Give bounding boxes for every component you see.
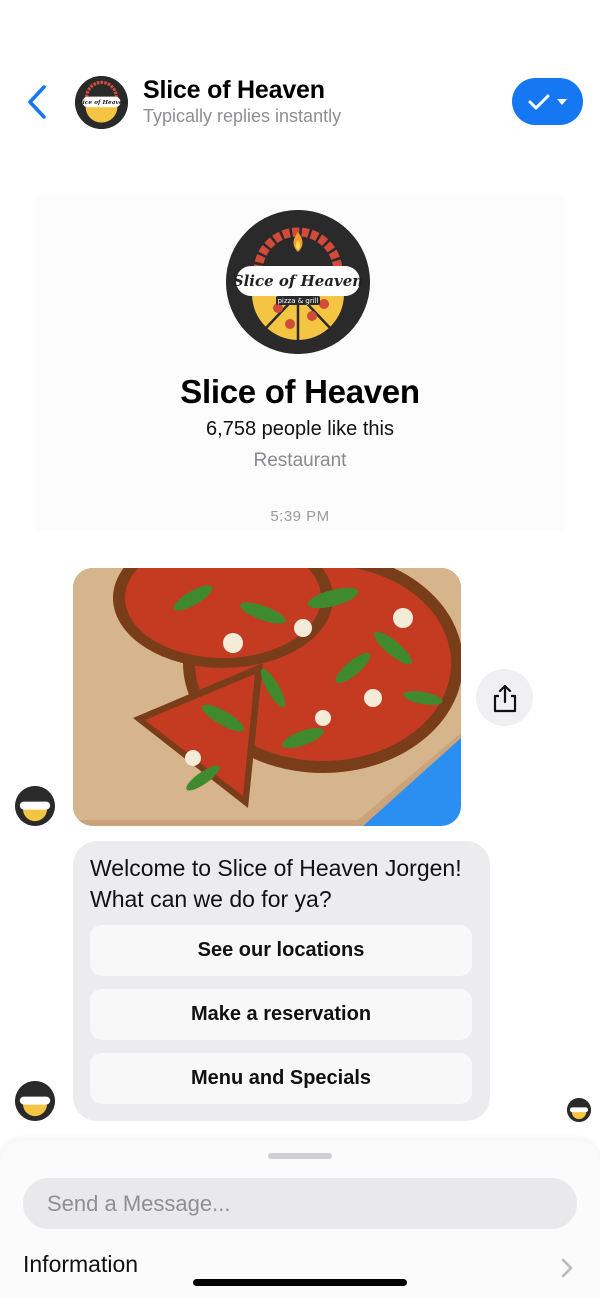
done-menu-button[interactable] [512,78,583,125]
profile-likes: 6,758 people like this [206,418,394,440]
composer-sheet: Information [0,1141,600,1299]
share-button[interactable] [476,669,533,726]
page-avatar[interactable]: Slice of Heaven [75,76,128,129]
chat-subtitle: Typically replies instantly [143,106,342,126]
pizza-photo[interactable] [73,568,461,826]
back-button[interactable] [22,82,52,122]
chat-title[interactable]: Slice of Heaven [143,76,325,105]
home-indicator[interactable] [193,1279,407,1286]
chat-header: Slice of Heaven Slice of Heaven Typicall… [0,0,600,140]
message-text: Welcome to Slice of Heaven Jorgen! What … [90,855,462,912]
quick-reply-menu[interactable]: Menu and Specials [90,1053,472,1104]
information-label: Information [23,1251,139,1277]
profile-category: Restaurant [253,450,347,471]
quick-reply-locations[interactable]: See our locations [90,925,472,976]
quick-reply-reservation[interactable]: Make a reservation [90,989,472,1040]
sender-avatar[interactable] [15,786,55,826]
checkmark-icon [528,94,549,109]
sheet-grabber[interactable] [268,1153,332,1159]
svg-text:pizza & grill: pizza & grill [277,297,318,305]
slice-of-heaven-logo [15,1081,55,1121]
chevron-left-icon [28,85,46,119]
slice-of-heaven-logo: Slice of Heaven [75,76,128,129]
message-input[interactable] [23,1178,577,1229]
page-profile-card: Slice of Heaven pizza & grill Slice of H… [35,195,565,530]
profile-logo[interactable]: Slice of Heaven pizza & grill [226,210,370,354]
sender-avatar[interactable] [15,1081,55,1121]
profile-name[interactable]: Slice of Heaven [35,373,565,411]
slice-of-heaven-logo [15,786,55,826]
read-receipt-avatar [567,1098,591,1122]
caret-down-icon [556,98,567,105]
pizza-image [73,568,461,826]
slice-of-heaven-logo: Slice of Heaven pizza & grill [226,210,370,354]
message-timestamp: 5:39 PM [270,508,330,525]
message-bubble: Welcome to Slice of Heaven Jorgen! What … [73,841,490,1121]
share-icon [493,684,516,712]
svg-text:Slice of Heaven: Slice of Heaven [76,100,127,106]
svg-text:Slice of Heaven: Slice of Heaven [233,272,363,290]
chevron-right-icon [561,1258,573,1278]
slice-of-heaven-logo [567,1098,591,1122]
